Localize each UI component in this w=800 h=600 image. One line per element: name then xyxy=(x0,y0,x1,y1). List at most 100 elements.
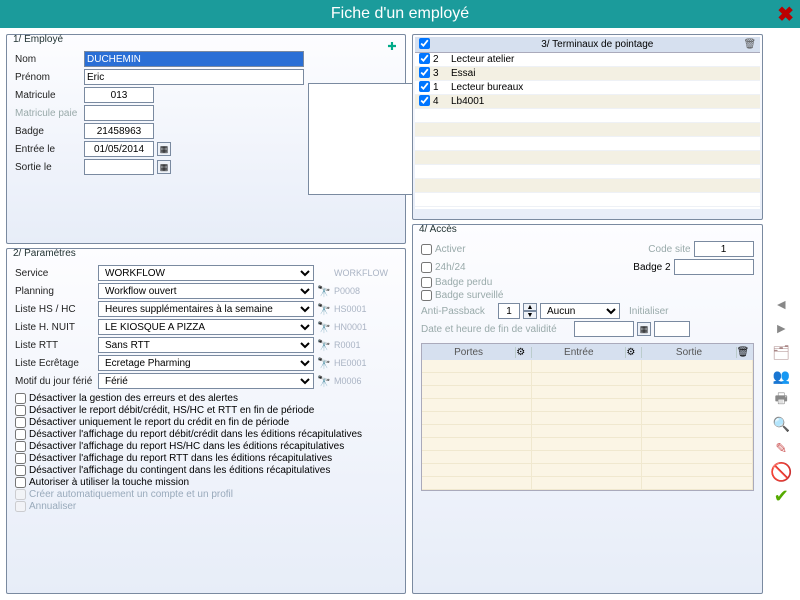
print-icon[interactable]: 🖶 xyxy=(771,390,791,410)
param-label: Liste HS / HC xyxy=(15,304,95,315)
param-code: R0001 xyxy=(334,340,386,350)
confirm-icon[interactable]: ✔ xyxy=(771,486,791,506)
entree-input[interactable] xyxy=(84,141,154,157)
panel-terminaux: 3/ Terminaux de pointage 🗑 2Lecteur atel… xyxy=(412,34,763,220)
calendar-icon[interactable]: ▦ xyxy=(157,160,171,174)
param-select[interactable]: WORKFLOW xyxy=(98,265,314,281)
h24-checkbox[interactable] xyxy=(421,262,432,273)
badge-perdu-checkbox[interactable] xyxy=(421,277,432,288)
initialiser-label[interactable]: Initialiser xyxy=(629,306,668,317)
param-checkbox[interactable] xyxy=(15,465,26,476)
apb-select[interactable]: Aucun xyxy=(540,303,620,319)
close-icon[interactable]: ✖ xyxy=(777,2,794,27)
terminal-num: 1 xyxy=(433,82,451,93)
panel-parametres: 2/ Paramètres ServiceWORKFLOWWORKFLOWPla… xyxy=(6,248,406,594)
terminal-checkbox[interactable] xyxy=(419,95,430,106)
param-code: M0006 xyxy=(334,376,386,386)
param-select[interactable]: Férié xyxy=(98,373,314,389)
next-icon[interactable]: ► xyxy=(771,318,791,338)
param-label: Motif du jour férié xyxy=(15,376,95,387)
prenom-input[interactable] xyxy=(84,69,304,85)
param-select[interactable]: Sans RTT xyxy=(98,337,314,353)
people-icon[interactable]: 👥 xyxy=(771,366,791,386)
param-checkbox[interactable] xyxy=(15,477,26,488)
param-check-label: Créer automatiquement un compte et un pr… xyxy=(29,489,233,500)
param-check-label: Désactiver l'affichage du report HS/HC d… xyxy=(29,441,344,452)
terminal-num: 3 xyxy=(433,68,451,79)
heure-fin-input[interactable] xyxy=(654,321,690,337)
param-checkbox[interactable] xyxy=(15,441,26,452)
param-label: Service xyxy=(15,268,95,279)
badge2-label: Badge 2 xyxy=(633,262,670,273)
acces-table-body xyxy=(422,360,753,490)
cancel-icon[interactable]: 🚫 xyxy=(771,462,791,482)
binoculars-icon[interactable]: 🔭 xyxy=(317,284,331,298)
param-checkbox[interactable] xyxy=(15,393,26,404)
param-code: P0008 xyxy=(334,286,386,296)
calendar-icon[interactable]: ▦ xyxy=(637,322,651,336)
param-select[interactable]: Ecretage Pharming xyxy=(98,355,314,371)
terminaux-checkall[interactable] xyxy=(419,38,430,49)
panel-employe-title: 1/ Employé xyxy=(13,34,63,45)
param-checkbox[interactable] xyxy=(15,417,26,428)
badge-surveille-checkbox[interactable] xyxy=(421,290,432,301)
nom-input[interactable] xyxy=(84,51,304,67)
date-fin-input[interactable] xyxy=(574,321,634,337)
code-site-label: Code site xyxy=(637,244,691,255)
matricule-paie-label: Matricule paie xyxy=(15,108,81,119)
binoculars-icon[interactable]: 🔭 xyxy=(317,356,331,370)
search-icon[interactable]: 🔍 xyxy=(771,414,791,434)
binoculars-icon[interactable]: 🔭 xyxy=(317,302,331,316)
param-checkbox[interactable] xyxy=(15,429,26,440)
delete-icon[interactable]: 🗑 xyxy=(737,347,753,358)
param-label: Liste H. NUIT xyxy=(15,322,95,333)
param-check-label: Désactiver l'affichage du report débit/c… xyxy=(29,429,362,440)
terminal-checkbox[interactable] xyxy=(419,81,430,92)
badge-label: Badge xyxy=(15,126,81,137)
nom-label: Nom xyxy=(15,54,81,65)
param-check-label: Désactiver la gestion des erreurs et des… xyxy=(29,393,238,404)
param-label: Liste Ecrêtage xyxy=(15,358,95,369)
binoculars-icon[interactable]: 🔭 xyxy=(317,320,331,334)
sortie-input[interactable] xyxy=(84,159,154,175)
calendar-icon[interactable]: ▦ xyxy=(157,142,171,156)
badge-perdu-label: Badge perdu xyxy=(435,277,545,288)
terminal-name: Lecteur atelier xyxy=(451,54,760,65)
entree-label: Entrée le xyxy=(15,144,81,155)
badge-input[interactable] xyxy=(84,123,154,139)
param-select[interactable]: Workflow ouvert xyxy=(98,283,314,299)
panel-employe: 1/ Employé ✚ Nom Prénom Matricule Matric… xyxy=(6,34,406,244)
param-check-label: Désactiver uniquement le report du crédi… xyxy=(29,417,289,428)
activer-label: Activer xyxy=(435,244,545,255)
param-select[interactable]: LE KIOSQUE A PIZZA xyxy=(98,319,314,335)
edit-icon[interactable]: ✎ xyxy=(771,438,791,458)
sortie-label: Sortie le xyxy=(15,162,81,173)
binoculars-icon[interactable]: 🔭 xyxy=(317,338,331,352)
terminal-name: Lecteur bureaux xyxy=(451,82,760,93)
activer-checkbox[interactable] xyxy=(421,244,432,255)
prev-icon[interactable]: ◄ xyxy=(771,294,791,314)
window-title: Fiche d'un employé xyxy=(331,5,469,23)
code-site-input[interactable] xyxy=(694,241,754,257)
terminal-checkbox[interactable] xyxy=(419,67,430,78)
badge2-input[interactable] xyxy=(674,259,754,275)
apb-num-input[interactable] xyxy=(498,303,520,319)
binoculars-icon[interactable]: 🔭 xyxy=(317,374,331,388)
card-icon[interactable]: 🗂 xyxy=(771,342,791,362)
param-code: HE0001 xyxy=(334,358,386,368)
param-checkbox[interactable] xyxy=(15,453,26,464)
delete-icon[interactable]: 🗑 xyxy=(744,39,760,50)
param-checkbox[interactable] xyxy=(15,405,26,416)
add-employee-icon[interactable]: ✚ xyxy=(385,39,399,53)
spinner-up-icon[interactable]: ▲ xyxy=(523,303,537,311)
param-select[interactable]: Heures supplémentaires à la semaine xyxy=(98,301,314,317)
panel-parametres-title: 2/ Paramètres xyxy=(13,248,76,259)
anti-passback-label: Anti-Passback xyxy=(421,306,495,317)
spinner-down-icon[interactable]: ▼ xyxy=(523,311,537,319)
matricule-paie-input[interactable] xyxy=(84,105,154,121)
matricule-input[interactable] xyxy=(84,87,154,103)
prenom-label: Prénom xyxy=(15,72,81,83)
terminaux-list: 2Lecteur atelier3Essai1Lecteur bureaux4L… xyxy=(415,53,760,209)
terminal-checkbox[interactable] xyxy=(419,53,430,64)
param-check-label: Annualiser xyxy=(29,501,76,512)
